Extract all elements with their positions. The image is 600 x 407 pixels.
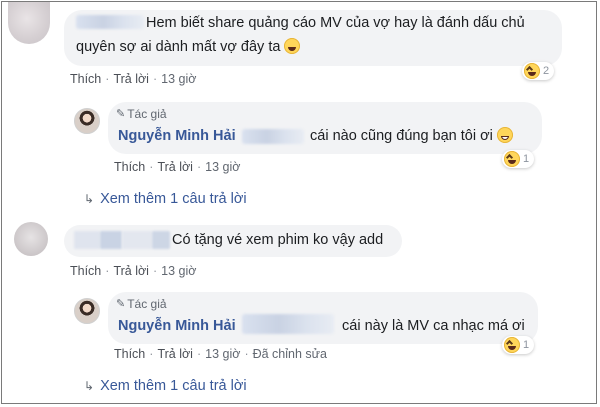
comment-time[interactable]: 13 giờ <box>161 264 196 278</box>
edited-label[interactable]: Đã chỉnh sửa <box>253 347 327 361</box>
reply-bubble: ✎ Tác giả Nguyễn Minh Hải cái này là MV … <box>108 292 538 344</box>
author-avatar[interactable] <box>74 108 100 134</box>
reply-text: cái này là MV ca nhạc má ơi <box>342 318 525 334</box>
reply-author-name[interactable]: Nguyễn Minh Hải <box>118 126 236 147</box>
like-link[interactable]: Thích <box>70 72 101 86</box>
reply-link[interactable]: Trả lời <box>113 72 149 86</box>
commenter-avatar[interactable] <box>14 222 48 256</box>
comment-text: Có tặng vé xem phim ko vậy add <box>172 232 384 248</box>
reply-actions: Thích · Trả lời · 13 giờ <box>114 160 241 174</box>
reply-link[interactable]: Trả lời <box>157 160 193 174</box>
reply-arrow-icon: ↳ <box>84 192 95 206</box>
pencil-icon: ✎ <box>116 108 126 120</box>
comment-bubble: Có tặng vé xem phim ko vậy add <box>64 225 402 257</box>
author-avatar[interactable] <box>74 298 100 324</box>
reply-text: cái nào cũng đúng bạn tôi ơi <box>310 126 513 147</box>
author-badge-label: Tác giả <box>127 297 167 311</box>
laughing-emoji-icon <box>504 337 520 353</box>
comment-actions: Thích · Trả lời · 13 giờ <box>70 72 197 86</box>
tagged-name-blurred[interactable] <box>242 129 304 144</box>
commenter-avatar[interactable] <box>8 2 50 44</box>
pencil-icon: ✎ <box>116 298 126 310</box>
tagged-name-blurred[interactable] <box>242 314 334 334</box>
commenter-name-blurred[interactable] <box>76 15 144 29</box>
grinning-emoji-icon <box>496 127 513 143</box>
reaction-count[interactable]: 1 <box>502 336 535 354</box>
laughing-emoji-icon <box>504 151 520 167</box>
reply-link[interactable]: Trả lời <box>113 264 149 278</box>
reaction-count-value: 1 <box>523 339 530 351</box>
laughing-emoji-icon <box>284 38 301 54</box>
reply-bubble: ✎ Tác giả Nguyễn Minh Hải cái nào cũng đ… <box>108 102 542 154</box>
reaction-count[interactable]: 1 <box>502 150 535 168</box>
view-more-replies[interactable]: ↳ Xem thêm 1 câu trả lời <box>84 378 247 394</box>
like-link[interactable]: Thích <box>114 347 145 361</box>
reaction-count-value: 2 <box>543 65 550 77</box>
author-badge-label: Tác giả <box>127 107 167 121</box>
comments-panel: Hem biết share quảng cáo MV của vợ hay l… <box>1 1 597 404</box>
reply-time[interactable]: 13 giờ <box>205 160 240 174</box>
like-link[interactable]: Thích <box>70 264 101 278</box>
author-badge: ✎ Tác giả <box>116 104 167 125</box>
comment-actions: Thích · Trả lời · 13 giờ <box>70 264 197 278</box>
reply-arrow-icon: ↳ <box>84 379 95 393</box>
laughing-emoji-icon <box>524 63 540 79</box>
reply-author-name[interactable]: Nguyễn Minh Hải <box>118 316 236 337</box>
reply-time[interactable]: 13 giờ <box>205 347 240 361</box>
comment-bubble: Hem biết share quảng cáo MV của vợ hay l… <box>64 10 562 66</box>
reply-actions: Thích · Trả lời · 13 giờ · Đã chỉnh sửa <box>114 347 327 361</box>
commenter-name-blurred[interactable] <box>74 231 100 249</box>
reaction-count-value: 1 <box>523 153 530 165</box>
comment-text-line1: Hem biết share quảng cáo MV của vợ hay l… <box>146 15 525 31</box>
comment-text-line2: quyên sợ ai dành mất vợ đây ta <box>76 37 301 58</box>
like-link[interactable]: Thích <box>114 160 145 174</box>
reply-link[interactable]: Trả lời <box>157 347 193 361</box>
view-more-label[interactable]: Xem thêm 1 câu trả lời <box>100 191 247 207</box>
author-badge: ✎ Tác giả <box>116 294 167 315</box>
comment-time[interactable]: 13 giờ <box>161 72 196 86</box>
reaction-count[interactable]: 2 <box>522 62 555 80</box>
view-more-replies[interactable]: ↳ Xem thêm 1 câu trả lời <box>84 191 247 207</box>
view-more-label[interactable]: Xem thêm 1 câu trả lời <box>100 378 247 394</box>
